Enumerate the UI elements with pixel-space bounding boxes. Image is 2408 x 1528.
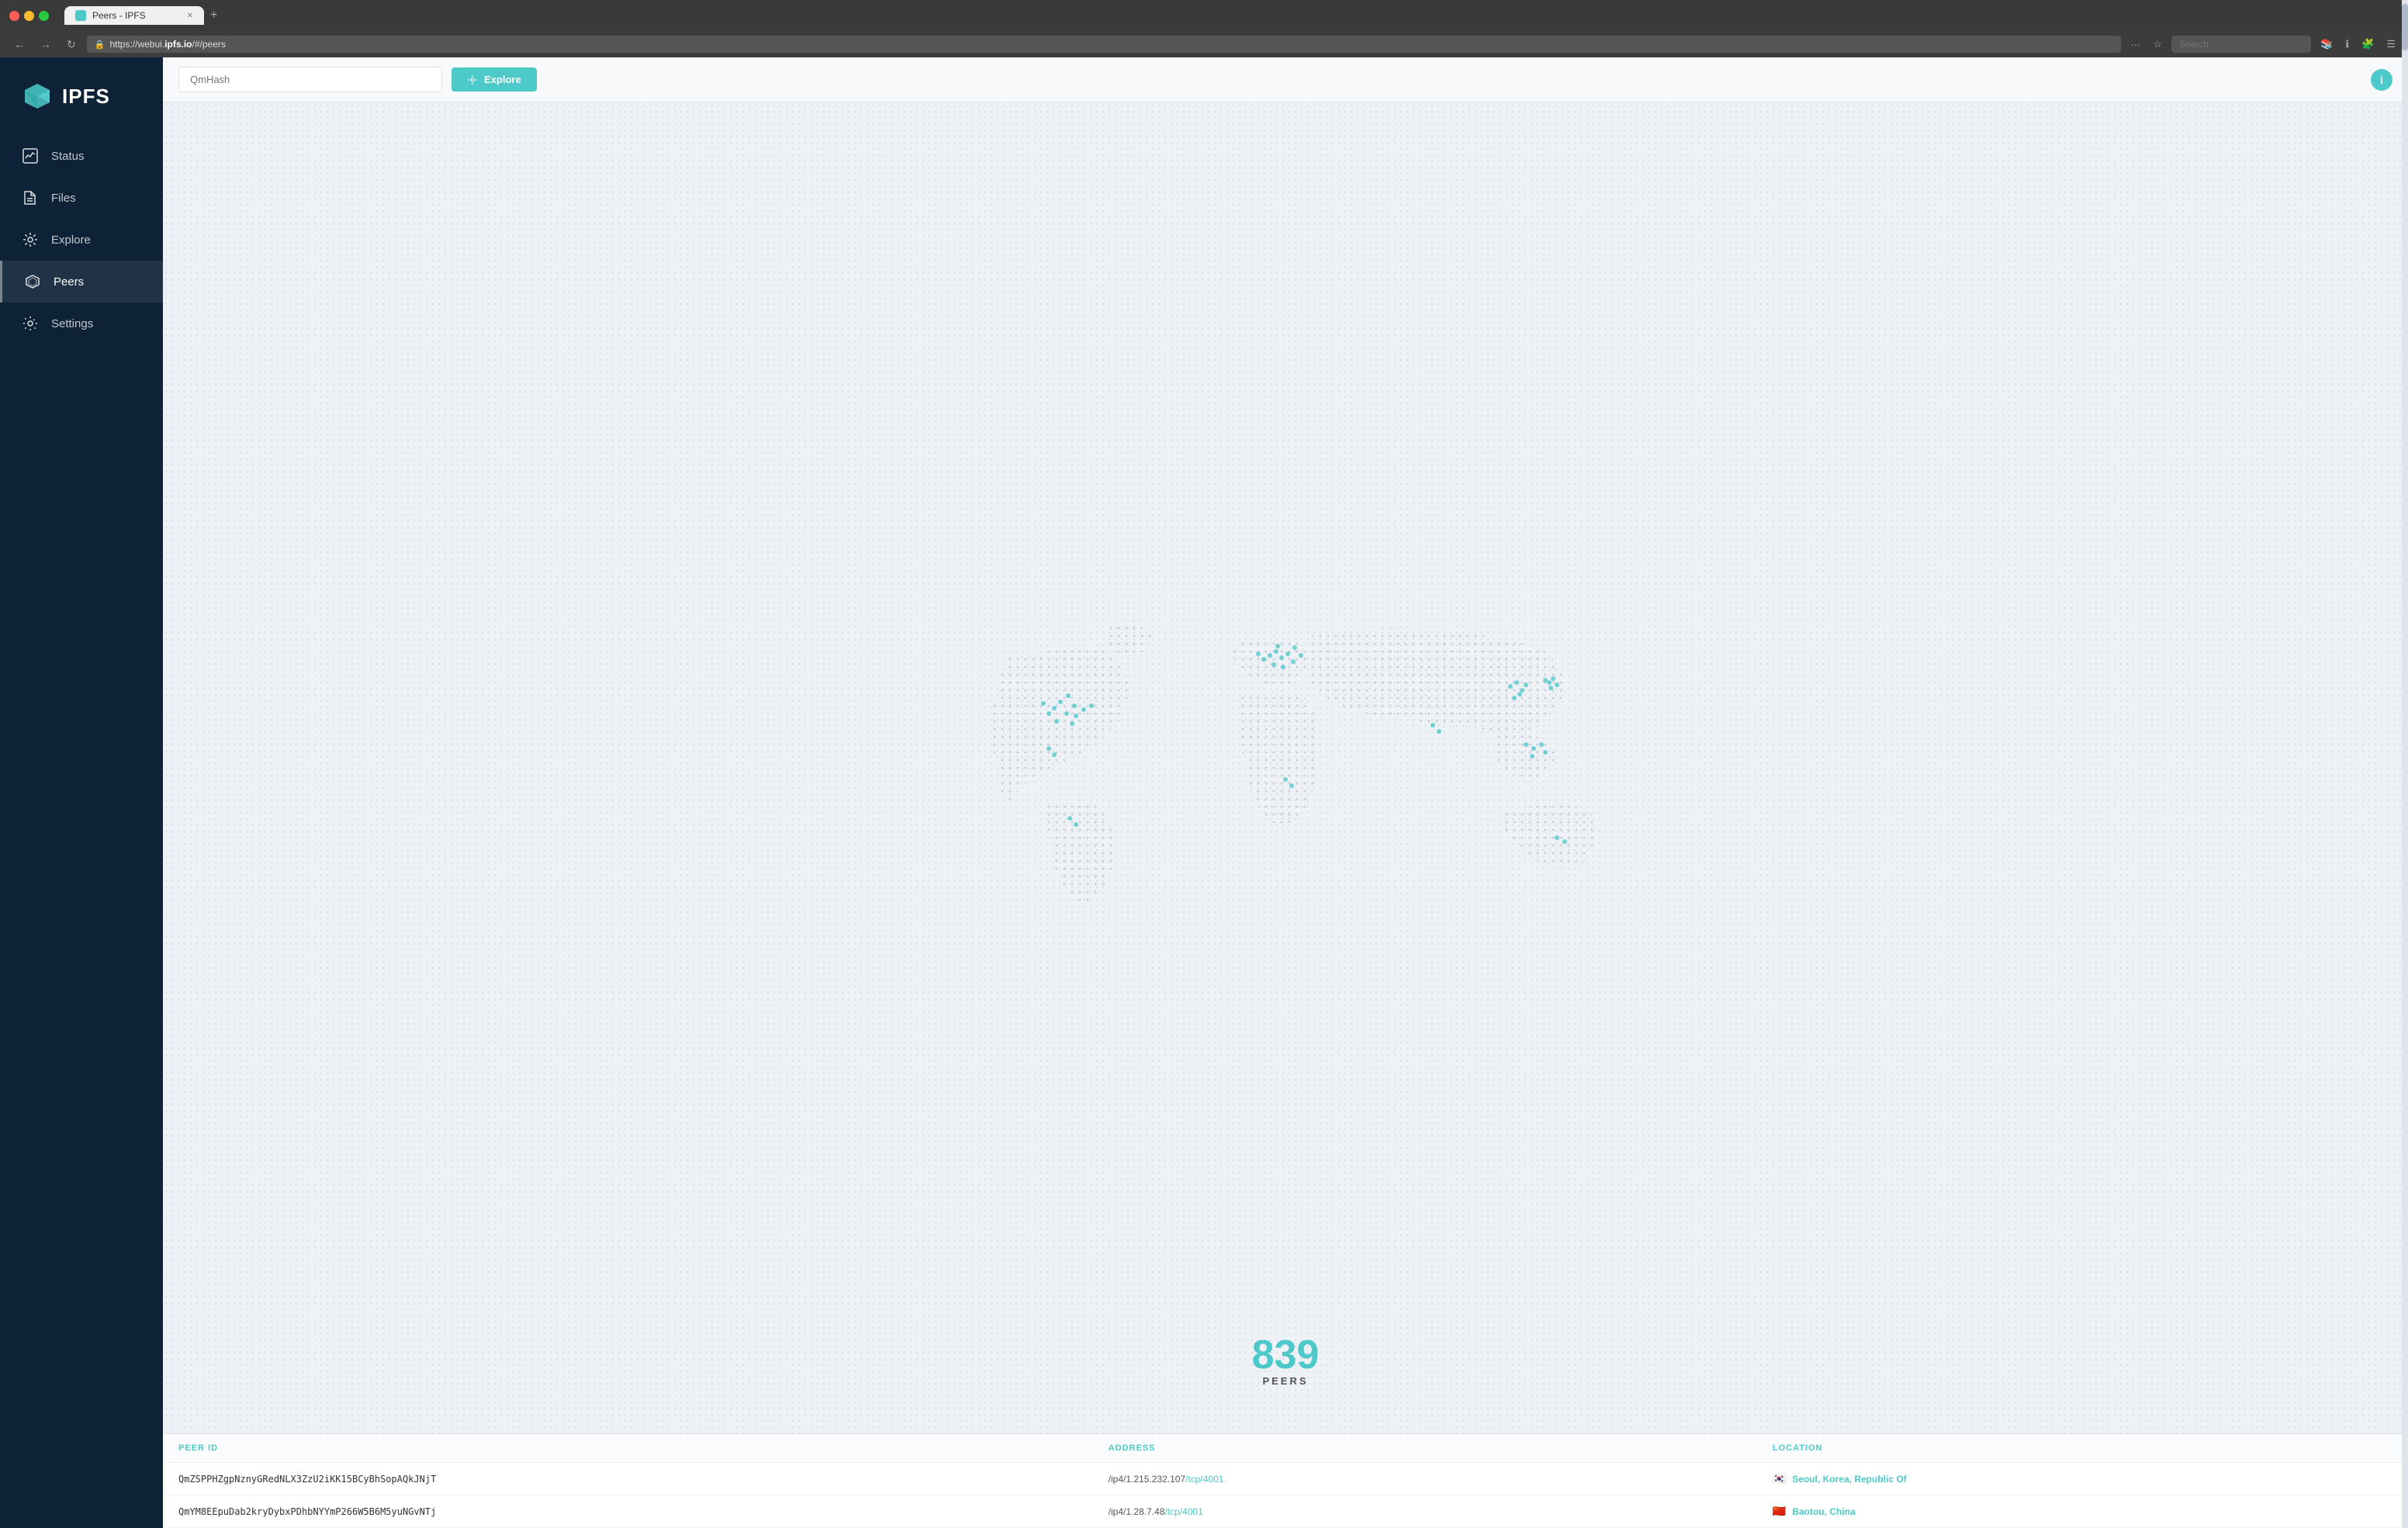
sidebar-item-files[interactable]: Files	[0, 177, 163, 219]
address-cell: /ip4/1.28.7.48/tcp/4001	[1109, 1506, 1773, 1517]
browser-chrome: Peers - IPFS ✕ + ← → ↻ 🔒 https://webui.i…	[0, 0, 2408, 57]
minimize-window-button[interactable]	[24, 11, 34, 21]
map-container: 839 PEERS	[163, 102, 2408, 1433]
peer-id-cell: QmZSPPHZgpNznyGRedNLX3ZzU2iKK15BCyBhSopA…	[178, 1474, 1109, 1485]
column-header-peer-id: PEER ID	[178, 1443, 1109, 1453]
maximize-window-button[interactable]	[39, 11, 49, 21]
sidebar-item-settings-label: Settings	[51, 317, 93, 330]
peer-count-overlay: 839 PEERS	[1252, 1335, 1320, 1387]
explore-icon	[22, 231, 39, 248]
column-header-location: LOCATION	[1773, 1443, 2392, 1453]
explore-button-label: Explore	[484, 74, 521, 85]
location-text: Baotou, China	[1792, 1506, 1855, 1517]
table-row: QmZSPPHZgpNznyGRedNLX3ZzU2iKK15BCyBhSopA…	[163, 1463, 2408, 1495]
peers-icon	[24, 273, 41, 290]
tab-favicon	[75, 10, 86, 21]
location-text: Seoul, Korea, Republic Of	[1792, 1474, 1906, 1485]
peers-table-header: PEER ID ADDRESS LOCATION	[163, 1434, 2408, 1463]
close-window-button[interactable]	[9, 11, 19, 21]
sidebar-logo: IPFS	[0, 73, 163, 135]
sidebar-item-status[interactable]: Status	[0, 135, 163, 177]
explore-bar: Explore i	[163, 57, 2408, 102]
sidebar: IPFS Status Files	[0, 57, 163, 1528]
peers-table-rows: QmZSPPHZgpNznyGRedNLX3ZzU2iKK15BCyBhSopA…	[163, 1463, 2408, 1528]
bookmark-button[interactable]: ☆	[2150, 36, 2165, 52]
sidebar-item-status-label: Status	[51, 150, 85, 163]
explore-button[interactable]: Explore	[452, 67, 537, 92]
app-container: IPFS Status Files	[0, 57, 2408, 1528]
tab-bar: Peers - IPFS ✕ +	[64, 6, 223, 25]
sidebar-item-explore[interactable]: Explore	[0, 219, 163, 261]
sidebar-item-files-label: Files	[51, 192, 76, 205]
files-icon	[22, 189, 39, 206]
sidebar-item-settings[interactable]: Settings	[0, 302, 163, 344]
tab-close-button[interactable]: ✕	[187, 12, 193, 20]
extensions-button[interactable]: 🧩	[2358, 36, 2377, 52]
table-row: QmYM8EEpuDab2kryDybxPDhbNYYmP266W5B6M5yu…	[163, 1495, 2408, 1528]
info-button[interactable]: ℹ	[2342, 36, 2352, 52]
window-controls	[9, 11, 49, 21]
ipfs-logo-icon	[22, 81, 53, 112]
nav-actions: ··· ☆ 📚 ℹ 🧩 ☰	[2127, 36, 2399, 53]
scrollbar[interactable]	[2402, 57, 2408, 1528]
sidebar-item-peers[interactable]: Peers	[0, 261, 163, 302]
column-header-address: ADDRESS	[1109, 1443, 1773, 1453]
location-cell: 🇨🇳 Baotou, China	[1773, 1505, 2392, 1518]
status-icon	[22, 147, 39, 164]
sidebar-navigation: Status Files	[0, 135, 163, 344]
tab-title: Peers - IPFS	[92, 10, 146, 21]
browser-tab[interactable]: Peers - IPFS ✕	[64, 6, 204, 25]
menu-button[interactable]: ☰	[2383, 36, 2399, 52]
main-content: Explore i	[163, 57, 2408, 1528]
sidebar-item-peers-label: Peers	[54, 275, 84, 289]
explore-btn-icon	[467, 74, 478, 85]
peers-table-container: PEER ID ADDRESS LOCATION QmZSPPHZgpNznyG…	[163, 1433, 2408, 1528]
sidebar-item-explore-label: Explore	[51, 233, 91, 247]
sidebar-logo-text: IPFS	[62, 85, 110, 109]
info-icon-button[interactable]: i	[2371, 69, 2392, 91]
settings-icon	[22, 315, 39, 332]
location-cell: 🇰🇷 Seoul, Korea, Republic Of	[1773, 1472, 2392, 1485]
forward-button[interactable]: →	[36, 36, 56, 52]
refresh-button[interactable]: ↻	[62, 36, 81, 53]
library-button[interactable]: 📚	[2317, 36, 2336, 52]
back-button[interactable]: ←	[9, 36, 29, 52]
qmhash-input[interactable]	[178, 67, 442, 92]
more-button[interactable]: ···	[2127, 37, 2143, 52]
address-cell: /ip4/1.215.232.107/tcp/4001	[1109, 1474, 1773, 1485]
peer-id-cell: QmYM8EEpuDab2kryDybxPDhbNYYmP266W5B6M5yu…	[178, 1506, 1109, 1517]
flag-icon: 🇰🇷	[1773, 1472, 1786, 1485]
flag-icon: 🇨🇳	[1773, 1505, 1786, 1518]
title-bar: Peers - IPFS ✕ +	[0, 0, 2408, 31]
browser-search-input[interactable]	[2171, 36, 2311, 53]
new-tab-button[interactable]: +	[204, 9, 223, 22]
url-text: https://webui.ipfs.io/#/peers	[109, 39, 225, 50]
nav-bar: ← → ↻ 🔒 https://webui.ipfs.io/#/peers ··…	[0, 31, 2408, 57]
url-bar[interactable]: 🔒 https://webui.ipfs.io/#/peers	[87, 36, 2122, 53]
peer-count-number: 839	[1252, 1335, 1320, 1375]
ssl-lock-icon: 🔒	[95, 40, 106, 50]
world-map-svg	[936, 593, 1635, 942]
